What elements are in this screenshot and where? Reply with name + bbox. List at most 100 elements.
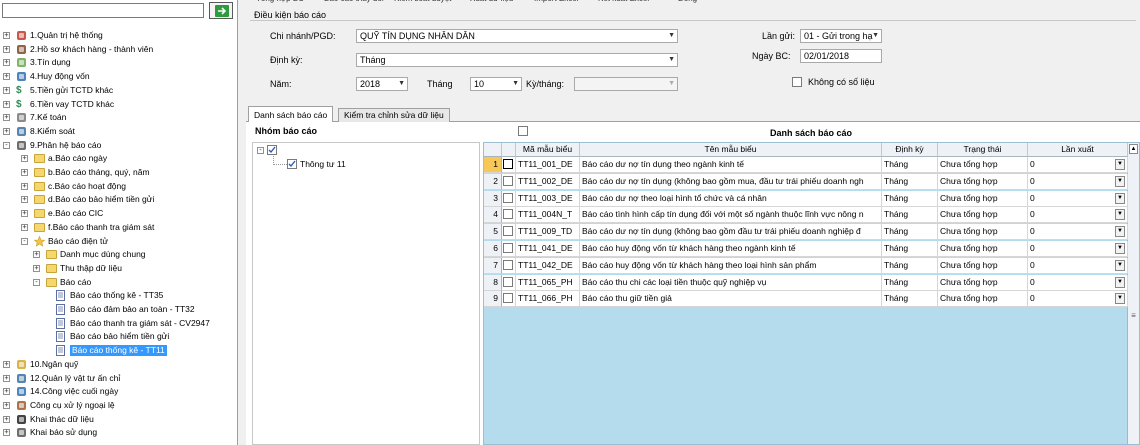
- grid-scrollbar[interactable]: ▲ ≡: [1127, 143, 1139, 444]
- go-button[interactable]: [209, 2, 233, 19]
- expand-icon[interactable]: +: [21, 169, 28, 176]
- chevron-down-icon[interactable]: ▼: [1115, 276, 1125, 288]
- cell-export-count[interactable]: 0 ▼: [1028, 257, 1128, 274]
- cell-export-count[interactable]: 0 ▼: [1028, 274, 1128, 291]
- tree-node[interactable]: + d.Báo cáo bảo hiểm tiền gửi: [0, 194, 238, 205]
- cell-export-count[interactable]: 0 ▼: [1028, 190, 1128, 207]
- year-select[interactable]: 2018 ▼: [356, 77, 408, 91]
- expand-icon[interactable]: +: [3, 127, 10, 135]
- cell-status[interactable]: Chưa tổng hợp: [938, 173, 1028, 190]
- cell-export-count[interactable]: 0 ▼: [1028, 241, 1128, 257]
- collapse-icon[interactable]: -: [3, 141, 10, 149]
- period-select[interactable]: Tháng ▼: [356, 53, 678, 67]
- expand-icon[interactable]: +: [33, 264, 40, 272]
- chevron-down-icon[interactable]: ▼: [1115, 175, 1125, 187]
- cell-period[interactable]: Tháng: [882, 257, 938, 274]
- row-checkbox[interactable]: [503, 159, 513, 169]
- cell-status[interactable]: Chưa tổng hợp: [938, 224, 1028, 241]
- row-checkbox[interactable]: [503, 243, 513, 253]
- scroll-grip-icon[interactable]: ≡: [1129, 311, 1138, 320]
- tree-node[interactable]: Báo cáo thanh tra giám sát - CV2947: [0, 317, 238, 329]
- cell-period[interactable]: Tháng: [882, 207, 938, 224]
- expand-icon[interactable]: +: [21, 223, 28, 231]
- table-row[interactable]: 7 TT11_042_DE Báo cáo huy động vốn từ khác…: [484, 257, 1128, 274]
- row-checkbox[interactable]: [503, 293, 513, 304]
- row-checkbox[interactable]: [503, 192, 513, 203]
- tree-node[interactable]: Báo cáo bảo hiểm tiền gửi: [0, 331, 238, 343]
- cell-period[interactable]: Tháng: [882, 291, 938, 308]
- cell-code[interactable]: TT11_003_DE: [516, 190, 580, 207]
- tree-node[interactable]: + Danh mục dùng chung: [0, 249, 238, 260]
- branch-select[interactable]: QUỸ TÍN DỤNG NHÂN DÂN ▼: [356, 29, 678, 43]
- cell-name[interactable]: Báo cáo huy động vốn từ khách hàng theo …: [580, 257, 882, 274]
- chevron-down-icon[interactable]: ▼: [1115, 159, 1125, 170]
- tree-node[interactable]: Báo cáo đảm bảo an toàn - TT32: [0, 304, 238, 315]
- cell-name[interactable]: Báo cáo dư nợ tín dụng theo ngành kinh t…: [580, 157, 882, 173]
- toolbar-button-2[interactable]: Kiểm soát duyệt: [394, 0, 451, 3]
- row-checkbox[interactable]: [503, 276, 513, 287]
- tree-node[interactable]: - Báo cáo điện tử: [0, 235, 238, 247]
- report-date-input[interactable]: 02/01/2018: [800, 49, 882, 63]
- cell-period[interactable]: Tháng: [882, 190, 938, 207]
- collapse-icon[interactable]: -: [33, 278, 40, 286]
- toolbar-button-3[interactable]: Xuất dữ liệu: [470, 0, 513, 3]
- toolbar-button-4[interactable]: Import Excel: [534, 0, 578, 3]
- row-checkbox[interactable]: [503, 175, 513, 186]
- tree-node[interactable]: +10.Ngân quỹ: [0, 359, 238, 370]
- cell-period[interactable]: Tháng: [882, 173, 938, 190]
- cell-period[interactable]: Tháng: [882, 274, 938, 291]
- cell-code[interactable]: TT11_001_DE: [516, 157, 580, 173]
- tree-node[interactable]: + $6.Tiền vay TCTD khác: [0, 99, 238, 110]
- collapse-icon[interactable]: -: [257, 147, 264, 154]
- table-row[interactable]: 6 TT11_041_DE Báo cáo huy động vốn từ khác…: [484, 241, 1128, 257]
- cell-status[interactable]: Chưa tổng hợp: [938, 257, 1028, 274]
- tree-node[interactable]: + f.Báo cáo thanh tra giám sát: [0, 222, 238, 233]
- column-header[interactable]: [502, 143, 516, 157]
- expand-icon[interactable]: +: [3, 374, 10, 382]
- group-child-label[interactable]: Thông tư 11: [300, 159, 346, 169]
- no-data-checkbox[interactable]: [792, 77, 802, 87]
- cell-export-count[interactable]: 0 ▼: [1028, 291, 1128, 308]
- cell-code[interactable]: TT11_066_PH: [516, 291, 580, 308]
- tree-node[interactable]: Báo cáo thống kê - TT11: [0, 345, 238, 357]
- cell-code[interactable]: TT11_042_DE: [516, 257, 580, 274]
- cell-name[interactable]: Báo cáo thu chi các loại tiền thuộc quỹ …: [580, 274, 882, 291]
- toolbar-button-1[interactable]: Báo cáo thay đổi: [324, 0, 384, 3]
- tree-node[interactable]: + a.Báo cáo ngày: [0, 153, 238, 164]
- cell-name[interactable]: Báo cáo huy động vốn từ khách hàng theo …: [580, 241, 882, 257]
- tree-node[interactable]: +4.Huy động vốn: [0, 71, 238, 82]
- cell-code[interactable]: TT11_041_DE: [516, 241, 580, 257]
- tree-node[interactable]: + c.Báo cáo hoạt động: [0, 181, 238, 192]
- tree-node[interactable]: + Khai báo sử dụng: [0, 427, 238, 438]
- expand-icon[interactable]: +: [21, 210, 28, 218]
- chevron-down-icon[interactable]: ▼: [1115, 209, 1125, 221]
- cell-export-count[interactable]: 0 ▼: [1028, 157, 1128, 173]
- chevron-down-icon[interactable]: ▼: [1115, 293, 1125, 305]
- cell-status[interactable]: Chưa tổng hợp: [938, 291, 1028, 308]
- expand-icon[interactable]: +: [3, 415, 10, 423]
- toolbar-button-6[interactable]: Đóng: [678, 0, 697, 3]
- cell-status[interactable]: Chưa tổng hợp: [938, 207, 1028, 224]
- expand-icon[interactable]: +: [3, 32, 10, 39]
- send-select[interactable]: 01 - Gửi trong hạ ▼: [800, 29, 882, 43]
- expand-icon[interactable]: +: [3, 100, 10, 108]
- collapse-icon[interactable]: -: [21, 237, 28, 245]
- expand-icon[interactable]: +: [3, 86, 10, 94]
- tree-node[interactable]: Báo cáo thống kê - TT35: [0, 290, 238, 302]
- table-row[interactable]: 4 TT11_004N_T Báo cáo tình hình cấp tín dụ…: [484, 207, 1128, 224]
- cell-period[interactable]: Tháng: [882, 224, 938, 241]
- column-header[interactable]: Định kỳ: [882, 143, 938, 157]
- table-row[interactable]: 8 TT11_065_PH Báo cáo thu chi các loại tiề…: [484, 274, 1128, 291]
- tree-node[interactable]: +1.Quản trị hệ thống: [0, 30, 238, 41]
- tree-node[interactable]: + $5.Tiền gửi TCTD khác: [0, 85, 238, 96]
- expand-icon[interactable]: +: [3, 360, 10, 368]
- cell-export-count[interactable]: 0 ▼: [1028, 207, 1128, 224]
- tree-node[interactable]: +2.Hồ sơ khách hàng - thành viên: [0, 44, 238, 55]
- expand-icon[interactable]: +: [3, 401, 10, 409]
- expand-icon[interactable]: +: [33, 251, 40, 259]
- cell-status[interactable]: Chưa tổng hợp: [938, 241, 1028, 257]
- table-row[interactable]: 2 TT11_002_DE Báo cáo dư nợ tín dụng (khôn…: [484, 173, 1128, 190]
- expand-icon[interactable]: +: [21, 182, 28, 190]
- tree-node[interactable]: + Khai thác dữ liệu: [0, 414, 238, 425]
- cell-period[interactable]: Tháng: [882, 241, 938, 257]
